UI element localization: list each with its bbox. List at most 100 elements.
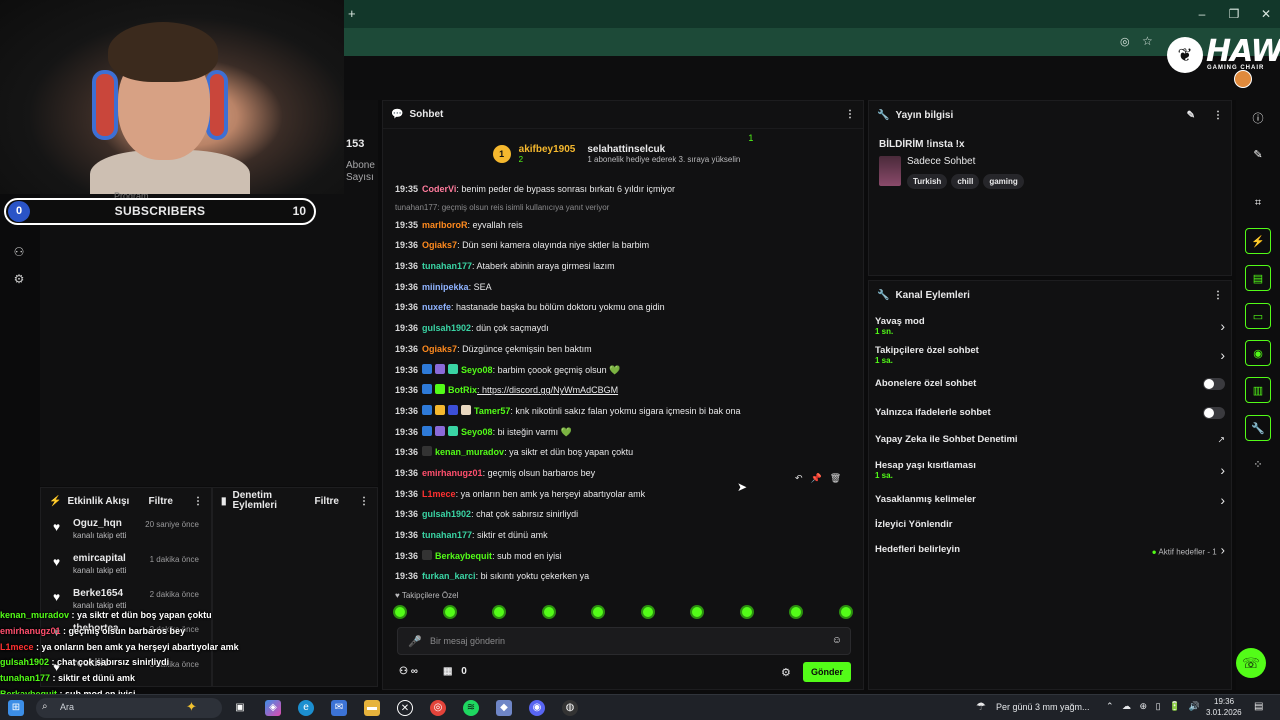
chrome-icon[interactable]: ◎ bbox=[430, 700, 446, 716]
emote-icon[interactable] bbox=[591, 605, 606, 619]
task-view-icon[interactable]: ▣ bbox=[232, 700, 248, 716]
chat-message[interactable]: 19:36 L1mece: ya onların ben amk ya herşe… bbox=[383, 484, 863, 505]
chat-username[interactable]: tunahan177 bbox=[422, 261, 472, 271]
activity-item[interactable]: ♥ Oguz_hqn kanalı takip etti 20 saniye önce bbox=[41, 514, 211, 549]
close-window-icon[interactable]: ✕ bbox=[1258, 6, 1274, 22]
weather-text[interactable]: Per günü 3 mm yağm... bbox=[996, 702, 1090, 712]
users-icon[interactable]: ⚇ bbox=[10, 245, 28, 263]
chat-message[interactable]: 19:36 tunahan177: Ataberk abinin araya gi… bbox=[383, 256, 863, 277]
minimize-icon[interactable]: – bbox=[1194, 6, 1210, 22]
layout-icon[interactable]: ▥ bbox=[1245, 377, 1271, 403]
chevron-right-icon[interactable]: › bbox=[1220, 318, 1225, 334]
chat-message[interactable]: 19:36 Berkaybequit: sub mod en iyisi bbox=[383, 546, 863, 567]
emote-icon[interactable] bbox=[442, 605, 457, 619]
stream-tag[interactable]: Turkish bbox=[907, 174, 948, 189]
edit-icon[interactable]: ✎ bbox=[1187, 110, 1195, 121]
clock-date[interactable]: 3.01.2026 bbox=[1206, 708, 1242, 717]
obs-icon[interactable]: ◍ bbox=[562, 700, 578, 716]
clock-time[interactable]: 19:36 bbox=[1214, 697, 1234, 706]
maximize-icon[interactable]: ❐ bbox=[1226, 6, 1242, 22]
chat-message[interactable]: 19:36 kenan_muradov: ya siktr et dün boş … bbox=[383, 442, 863, 463]
document-icon[interactable]: ▤ bbox=[1245, 265, 1271, 291]
moderation-menu-icon[interactable]: ⋮ bbox=[359, 496, 369, 507]
taskbar-search[interactable]: ⌕ Ara ✦ bbox=[36, 698, 222, 718]
crop-icon[interactable]: ⌗ bbox=[1245, 190, 1271, 216]
emote-icon[interactable] bbox=[739, 605, 754, 619]
emote-icon[interactable] bbox=[690, 605, 705, 619]
emote-icon[interactable] bbox=[640, 605, 655, 619]
new-tab-icon[interactable]: + bbox=[348, 6, 356, 21]
channel-action-item[interactable]: Hesap yaşı kısıtlaması 1 sa. › bbox=[869, 452, 1231, 487]
chevron-right-icon[interactable]: › bbox=[1220, 462, 1225, 478]
chat-username[interactable]: gulsah1902 bbox=[422, 509, 471, 519]
chat-input[interactable]: 🎤 Bir mesaj gönderin ☺ bbox=[397, 627, 851, 655]
chat-message[interactable]: 19:36 tunahan177: siktir et dünü amk bbox=[383, 525, 863, 546]
delete-icon[interactable]: 🗑 bbox=[830, 473, 841, 489]
toggle-switch[interactable] bbox=[1203, 377, 1225, 390]
chat-message[interactable]: 19:36 Seyo08: bi isteğin varmı 💚 bbox=[383, 422, 863, 443]
browser-address-bar[interactable]: ◎ ☆ bbox=[344, 28, 1280, 56]
emote-icon[interactable] bbox=[789, 605, 804, 619]
activity-item[interactable]: ♥ emircapital kanalı takip etti 1 dakika ön… bbox=[41, 549, 211, 584]
chat-username[interactable]: Ogiaks7 bbox=[422, 240, 457, 250]
chat-message[interactable]: 19:36 Seyo08: barbim çoook geçmiş olsun 💚 bbox=[383, 360, 863, 381]
chat-username[interactable]: nuxefe bbox=[422, 302, 451, 312]
microphone-icon[interactable]: 🎤 bbox=[408, 635, 422, 648]
chat-username[interactable]: Ogiaks7 bbox=[422, 344, 457, 354]
xbox-icon[interactable]: ✕ bbox=[397, 700, 413, 716]
stream-info-menu-icon[interactable]: ⋮ bbox=[1213, 110, 1223, 121]
file-explorer-icon[interactable]: ▬ bbox=[364, 700, 380, 716]
chat-username[interactable]: tunahan177 bbox=[422, 530, 472, 540]
send-button[interactable]: Gönder bbox=[803, 662, 851, 682]
info-icon[interactable]: ⓘ bbox=[1245, 106, 1271, 132]
emote-icon[interactable] bbox=[393, 605, 407, 619]
recipient-name[interactable]: selahattinselcuk bbox=[587, 144, 740, 155]
chat-message[interactable]: 19:35 marlboroR: eyvallah reis bbox=[383, 215, 863, 236]
chat-username[interactable]: furkan_karci bbox=[422, 571, 476, 581]
chat-settings-icon[interactable]: ⚙ bbox=[781, 666, 791, 679]
bolt-icon[interactable]: ⚡ bbox=[1245, 228, 1271, 254]
chat-username[interactable]: emirhanugz01 bbox=[422, 468, 483, 478]
chat-username[interactable]: Seyo08 bbox=[461, 427, 493, 437]
chat-username[interactable]: miinipekka bbox=[422, 282, 469, 292]
chat-message[interactable]: 19:36 BotRix: https://discord.gg/NyWmAdCB… bbox=[383, 380, 863, 401]
chevron-right-icon[interactable]: › bbox=[1220, 347, 1225, 363]
chat-message[interactable]: 19:36 emirhanugz01: geçmiş olsun barbaros… bbox=[383, 463, 863, 484]
chat-message[interactable]: 19:36 furkan_karci: bi sıkıntı yoktu çeke… bbox=[383, 566, 863, 587]
chat-message[interactable]: 19:36 Tamer57: knk nikotinli sakız falan … bbox=[383, 401, 863, 422]
wrench-icon[interactable]: 🔧 bbox=[1245, 415, 1271, 441]
chat-message[interactable]: 19:36 nuxefe: hastanade başka bu bölüm do… bbox=[383, 297, 863, 318]
activity-filter-button[interactable]: Filtre bbox=[149, 496, 173, 507]
pencil-icon[interactable]: ✎ bbox=[1245, 142, 1271, 168]
channel-action-item[interactable]: Yasaklanmış kelimeler › bbox=[869, 487, 1231, 512]
chat-message[interactable]: 19:35 CoderVi: benim peder de bypass sonr… bbox=[383, 179, 863, 200]
channel-action-item[interactable]: Yavaş mod 1 sn. › bbox=[869, 311, 1231, 340]
apps-icon[interactable]: ⁘ bbox=[1245, 452, 1271, 478]
chat-message[interactable]: 19:36 miinipekka: SEA bbox=[383, 277, 863, 298]
chat-message[interactable]: 19:36 gulsah1902: chat çok sabırsız sinir… bbox=[383, 504, 863, 525]
mail-icon[interactable]: ✉ bbox=[331, 700, 347, 716]
chat-icon[interactable]: ▭ bbox=[1245, 303, 1271, 329]
chat-username[interactable]: CoderVi bbox=[422, 184, 456, 194]
chat-username[interactable]: kenan_muradov bbox=[435, 447, 504, 457]
reply-preview[interactable]: tunahan177: geçmiş olsun reis isimli kul… bbox=[383, 200, 863, 215]
chat-username[interactable]: marlboroR bbox=[422, 220, 468, 230]
gift-icon[interactable]: ▦ bbox=[443, 666, 452, 677]
eye-off-icon[interactable]: ◎ bbox=[1120, 35, 1130, 48]
emote-icon[interactable] bbox=[838, 605, 853, 619]
active-goals[interactable]: ● Aktif hedefler - 1 › bbox=[1152, 542, 1225, 557]
broadcast-icon[interactable]: ◉ bbox=[1245, 340, 1271, 366]
chat-username[interactable]: BotRix bbox=[448, 385, 477, 395]
channel-actions-menu-icon[interactable]: ⋮ bbox=[1213, 290, 1223, 301]
avatar[interactable] bbox=[1234, 70, 1252, 88]
notifications-icon[interactable]: ▤ bbox=[1254, 701, 1263, 712]
bookmark-star-icon[interactable]: ☆ bbox=[1142, 34, 1153, 48]
chat-message[interactable]: 19:36 Ogiaks7: Dün seni kamera olayında n… bbox=[383, 235, 863, 256]
app-icon[interactable]: ◆ bbox=[496, 700, 512, 716]
channel-action-item[interactable]: İzleyici Yönlendir bbox=[869, 512, 1231, 537]
channel-action-item[interactable]: Hedefleri belirleyin ● Aktif hedefler - 1… bbox=[869, 537, 1231, 562]
channel-action-item[interactable]: Takipçilere özel sohbet 1 sa. › bbox=[869, 340, 1231, 369]
windows-start-icon[interactable]: ⊞ bbox=[8, 700, 24, 716]
edge-icon[interactable]: e bbox=[298, 700, 314, 716]
gifter-name[interactable]: akifbey1905 bbox=[519, 144, 576, 155]
